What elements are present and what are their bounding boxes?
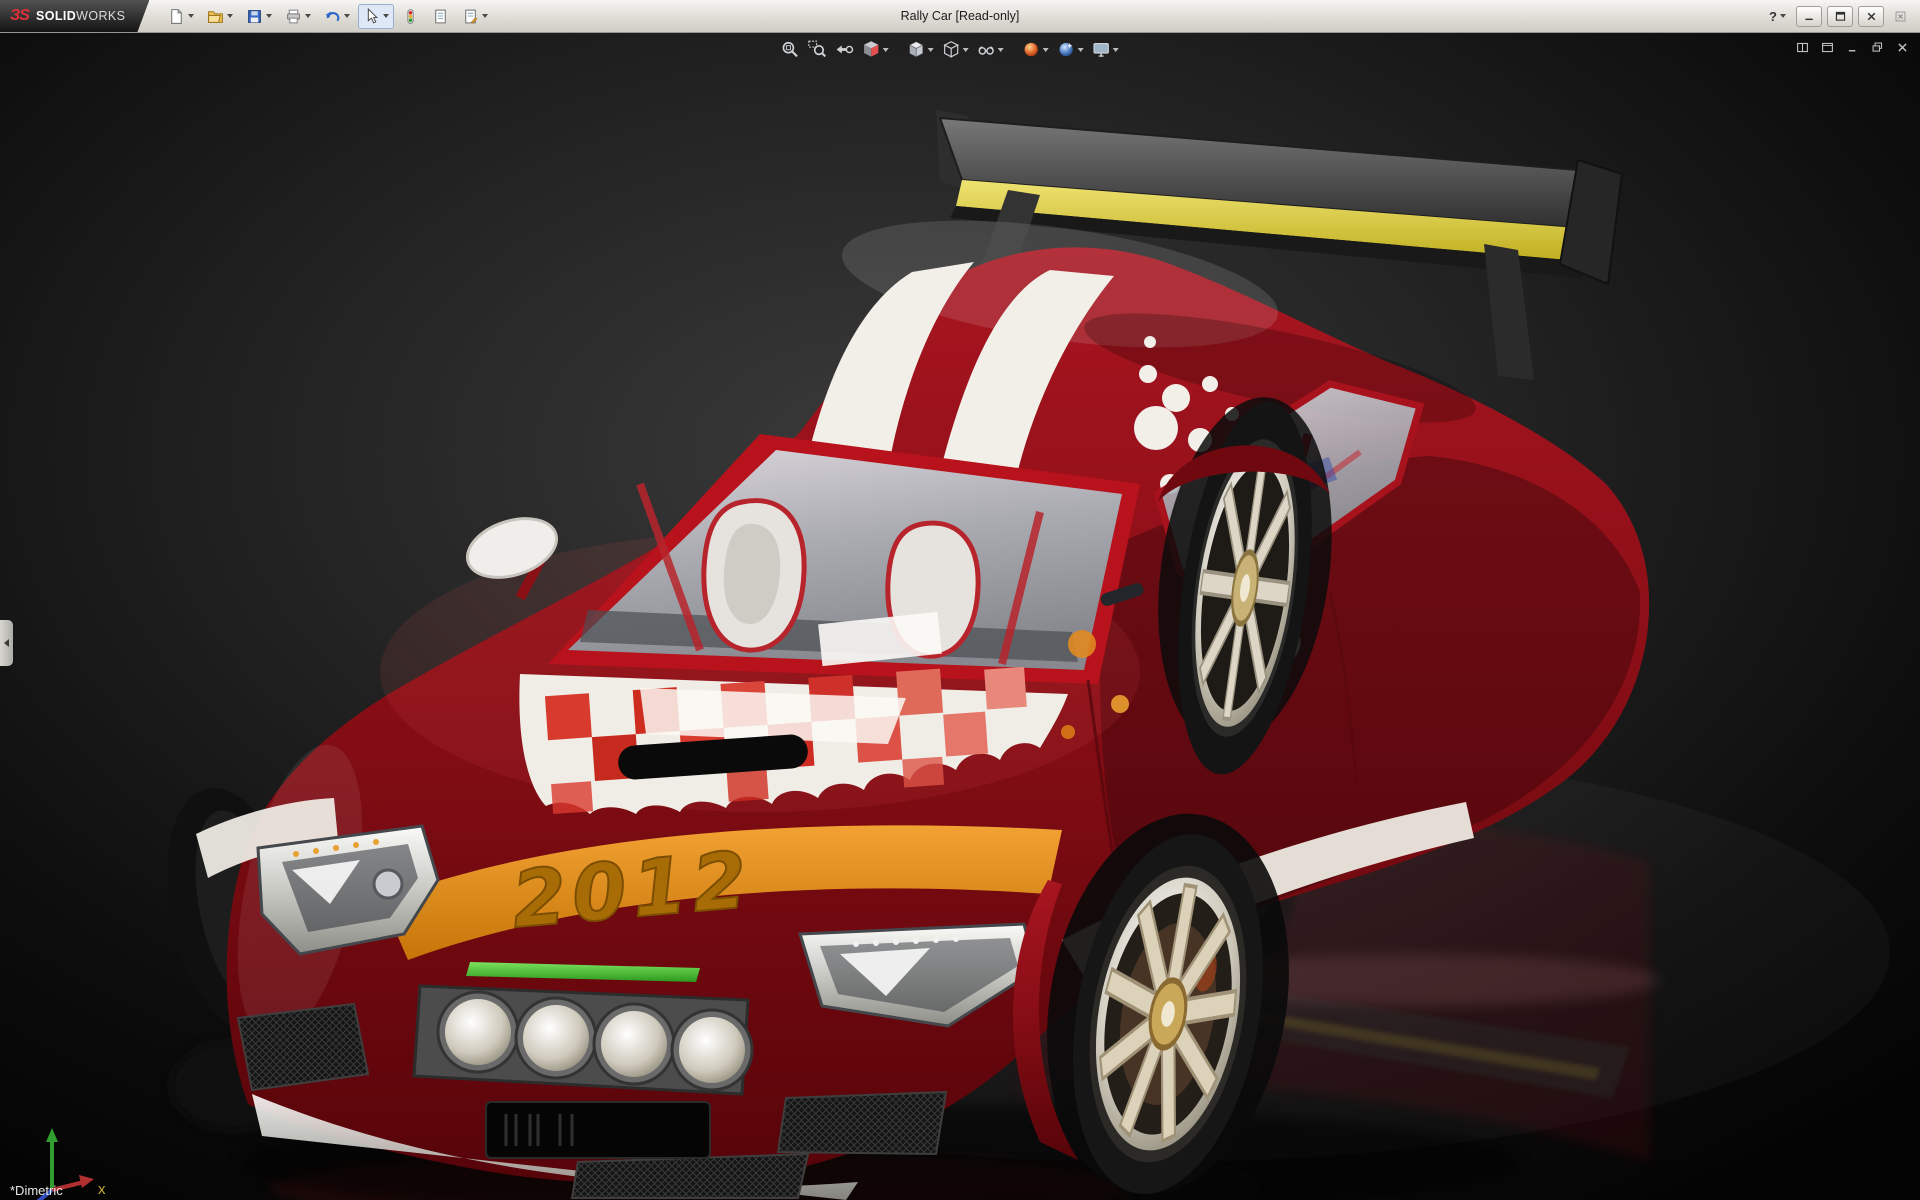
view-orientation-cube-icon (907, 40, 926, 59)
solidworks-logo-mark: ЗS (10, 7, 29, 24)
dropdown-arrow-icon[interactable] (383, 14, 390, 18)
view-settings-button[interactable] (1089, 38, 1122, 61)
license-plate (485, 1101, 711, 1159)
single-pane-button[interactable] (1819, 39, 1835, 55)
dropdown-arrow-icon[interactable] (344, 14, 351, 18)
minimize-icon (1803, 10, 1816, 23)
rebuild-icon (402, 8, 419, 25)
zoom-to-fit-button[interactable] (778, 38, 803, 61)
print-icon (285, 8, 302, 25)
graphics-area[interactable]: 2012 x *Dimetric (0, 32, 1920, 1200)
single-pane-icon (1821, 41, 1834, 54)
view-orientation-label: *Dimetric (10, 1183, 63, 1198)
help-button[interactable]: ? (1764, 5, 1791, 28)
close-document-button[interactable] (1889, 6, 1912, 27)
split-pane-icon (1796, 41, 1809, 54)
previous-view-button[interactable] (832, 38, 857, 61)
section-view-button[interactable] (859, 38, 892, 61)
close-button[interactable] (1858, 5, 1884, 27)
hide-show-items-button[interactable] (974, 38, 1007, 61)
split-pane-button[interactable] (1794, 39, 1810, 55)
rally-lights (412, 984, 754, 1096)
dropdown-arrow-icon[interactable] (1077, 47, 1084, 52)
dropdown-arrow-icon[interactable] (1042, 47, 1049, 52)
dropdown-arrow-icon[interactable] (305, 14, 312, 18)
view-settings-icon (1092, 40, 1111, 59)
dropdown-arrow-icon[interactable] (266, 14, 273, 18)
zoom-to-area-button[interactable] (805, 38, 830, 61)
document-window-controls (1794, 39, 1910, 55)
dropdown-arrow-icon[interactable] (927, 47, 934, 52)
main-toolbar (163, 3, 493, 29)
section-view-icon (862, 40, 881, 59)
dropdown-arrow-icon[interactable] (482, 14, 489, 18)
select-cursor-icon (363, 8, 380, 25)
solidworks-logo: ЗS SOLIDWORKS (0, 0, 149, 32)
logo-text-light: WORKS (76, 9, 126, 23)
solidworks-window: ЗS SOLIDWORKS Rally Car [Read-only] ? 20… (0, 0, 1920, 1200)
solidworks-logo-text: SOLIDWORKS (36, 9, 125, 23)
new-document-icon (168, 8, 185, 25)
minimize-document-icon (1846, 41, 1859, 54)
undo-button[interactable] (319, 4, 355, 29)
maximize-button[interactable] (1827, 5, 1853, 27)
new-document-button[interactable] (163, 4, 199, 29)
open-button[interactable] (202, 4, 238, 29)
undo-arrow-icon (324, 8, 341, 25)
dropdown-arrow-icon[interactable] (188, 14, 195, 18)
options-button[interactable] (457, 4, 493, 29)
help-icon: ? (1769, 8, 1777, 24)
scene-sphere-icon (1057, 40, 1076, 59)
window-title: Rally Car [Read-only] (900, 9, 1020, 23)
logo-text-bold: SOLID (35, 9, 77, 23)
window-controls: ? (1764, 5, 1920, 28)
save-button[interactable] (241, 4, 277, 29)
print-button[interactable] (280, 4, 316, 29)
close-document-icon (1896, 41, 1909, 54)
minimize-document-button[interactable] (1844, 39, 1860, 55)
dropdown-arrow-icon[interactable] (997, 47, 1004, 52)
viewport-canvas[interactable]: 2012 x (0, 32, 1920, 1200)
close-document-button[interactable] (1894, 39, 1910, 55)
close-icon (1865, 10, 1878, 23)
dropdown-arrow-icon[interactable] (882, 47, 889, 52)
dropdown-arrow-icon[interactable] (227, 14, 234, 18)
dropdown-arrow-icon[interactable] (962, 47, 969, 52)
previous-view-icon (835, 40, 854, 59)
minimize-button[interactable] (1796, 5, 1822, 27)
hide-show-glasses-icon (977, 40, 996, 59)
restore-document-icon (1871, 41, 1884, 54)
maximize-icon (1834, 10, 1847, 23)
triad-x-label: x (98, 1181, 106, 1198)
options-icon (462, 8, 479, 25)
appearance-sphere-icon (1022, 40, 1041, 59)
display-style-button[interactable] (939, 38, 972, 61)
rebuild-button[interactable] (397, 4, 424, 29)
save-floppy-icon (246, 8, 263, 25)
edit-appearance-button[interactable] (1019, 38, 1052, 61)
select-button[interactable] (358, 3, 395, 29)
open-folder-icon (207, 8, 224, 25)
close-document-icon (1894, 10, 1907, 23)
collapse-arrow-icon (4, 639, 9, 647)
display-style-icon (942, 40, 961, 59)
view-orientation-button[interactable] (904, 38, 937, 61)
title-bar: ЗS SOLIDWORKS Rally Car [Read-only] ? (0, 0, 1920, 33)
file-properties-button[interactable] (427, 4, 454, 29)
zoom-to-area-icon (808, 40, 827, 59)
heads-up-view-toolbar (778, 38, 1122, 61)
dropdown-arrow-icon[interactable] (1112, 47, 1119, 52)
panel-collapse-tab[interactable] (0, 620, 13, 666)
apply-scene-button[interactable] (1054, 38, 1087, 61)
zoom-to-fit-icon (781, 40, 800, 59)
restore-document-button[interactable] (1869, 39, 1885, 55)
file-properties-icon (432, 8, 449, 25)
dropdown-arrow-icon[interactable] (1780, 14, 1786, 18)
